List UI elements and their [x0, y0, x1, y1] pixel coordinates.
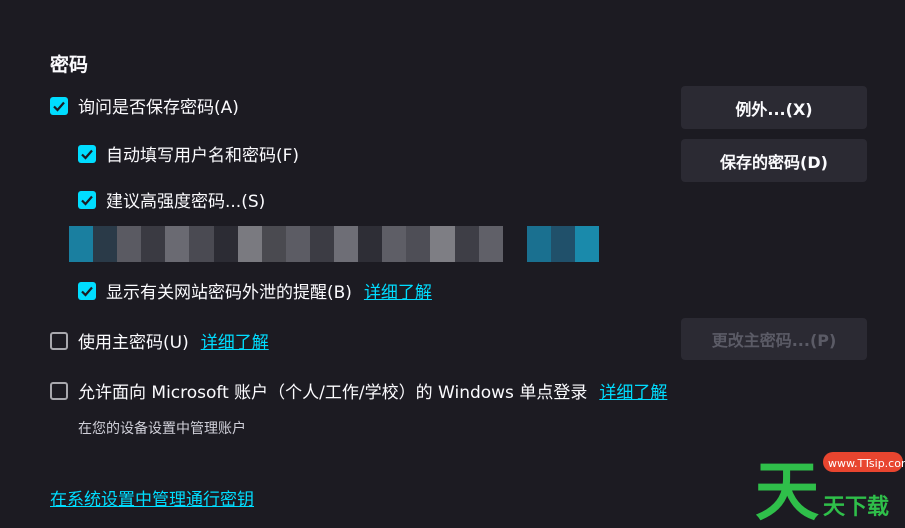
breach-alerts-checkbox-row[interactable]: 显示有关网站密码外泄的提醒(B) 详细了解: [78, 278, 432, 303]
change-primary-password-button[interactable]: 更改主密码...(P): [681, 318, 867, 360]
exceptions-button[interactable]: 例外...(X): [681, 86, 867, 129]
manage-passkeys-link[interactable]: 在系统设置中管理通行密钥: [50, 485, 254, 510]
redacted-content: [69, 226, 600, 262]
ask-save-label: 询问是否保存密码(A): [78, 98, 239, 118]
breach-alerts-checkbox[interactable]: [78, 281, 96, 300]
windows-sso-checkbox-row[interactable]: 允许面向 Microsoft 账户（个人/工作/学校）的 Windows 单点登…: [50, 378, 667, 403]
checkmark-icon: [81, 286, 93, 297]
windows-sso-label: 允许面向 Microsoft 账户（个人/工作/学校）的 Windows 单点登…: [78, 383, 588, 403]
watermark-logo: 天 www.TTsip.com 天下载: [725, 444, 905, 528]
section-title: 密码: [50, 54, 89, 76]
svg-text:天: 天: [755, 456, 819, 524]
suggest-strong-label: 建议高强度密码...(S): [106, 192, 266, 212]
autofill-label: 自动填写用户名和密码(F): [106, 146, 300, 166]
windows-sso-note: 在您的设备设置中管理账户: [78, 421, 246, 437]
checkmark-icon: [53, 101, 65, 112]
suggest-strong-checkbox[interactable]: [78, 190, 96, 209]
checkmark-icon: [81, 195, 93, 206]
breach-alerts-learn-more-link[interactable]: 详细了解: [364, 278, 432, 303]
primary-password-checkbox[interactable]: [50, 331, 68, 350]
windows-sso-checkbox[interactable]: [50, 381, 68, 400]
ask-save-checkbox-row[interactable]: 询问是否保存密码(A): [50, 93, 239, 118]
suggest-strong-checkbox-row[interactable]: 建议高强度密码...(S): [78, 187, 265, 212]
ask-save-checkbox[interactable]: [50, 96, 68, 115]
autofill-checkbox[interactable]: [78, 144, 96, 163]
svg-text:www.TTsip.com: www.TTsip.com: [828, 457, 905, 470]
breach-alerts-label: 显示有关网站密码外泄的提醒(B): [106, 283, 352, 303]
windows-sso-learn-more-link[interactable]: 详细了解: [599, 378, 667, 403]
checkmark-icon: [81, 149, 93, 160]
autofill-checkbox-row[interactable]: 自动填写用户名和密码(F): [78, 141, 299, 166]
saved-passwords-button[interactable]: 保存的密码(D): [681, 139, 867, 182]
primary-password-checkbox-row[interactable]: 使用主密码(U) 详细了解: [50, 328, 269, 353]
primary-password-learn-more-link[interactable]: 详细了解: [201, 328, 269, 353]
svg-text:天下载: 天下载: [823, 494, 889, 520]
primary-password-label: 使用主密码(U): [78, 333, 189, 353]
